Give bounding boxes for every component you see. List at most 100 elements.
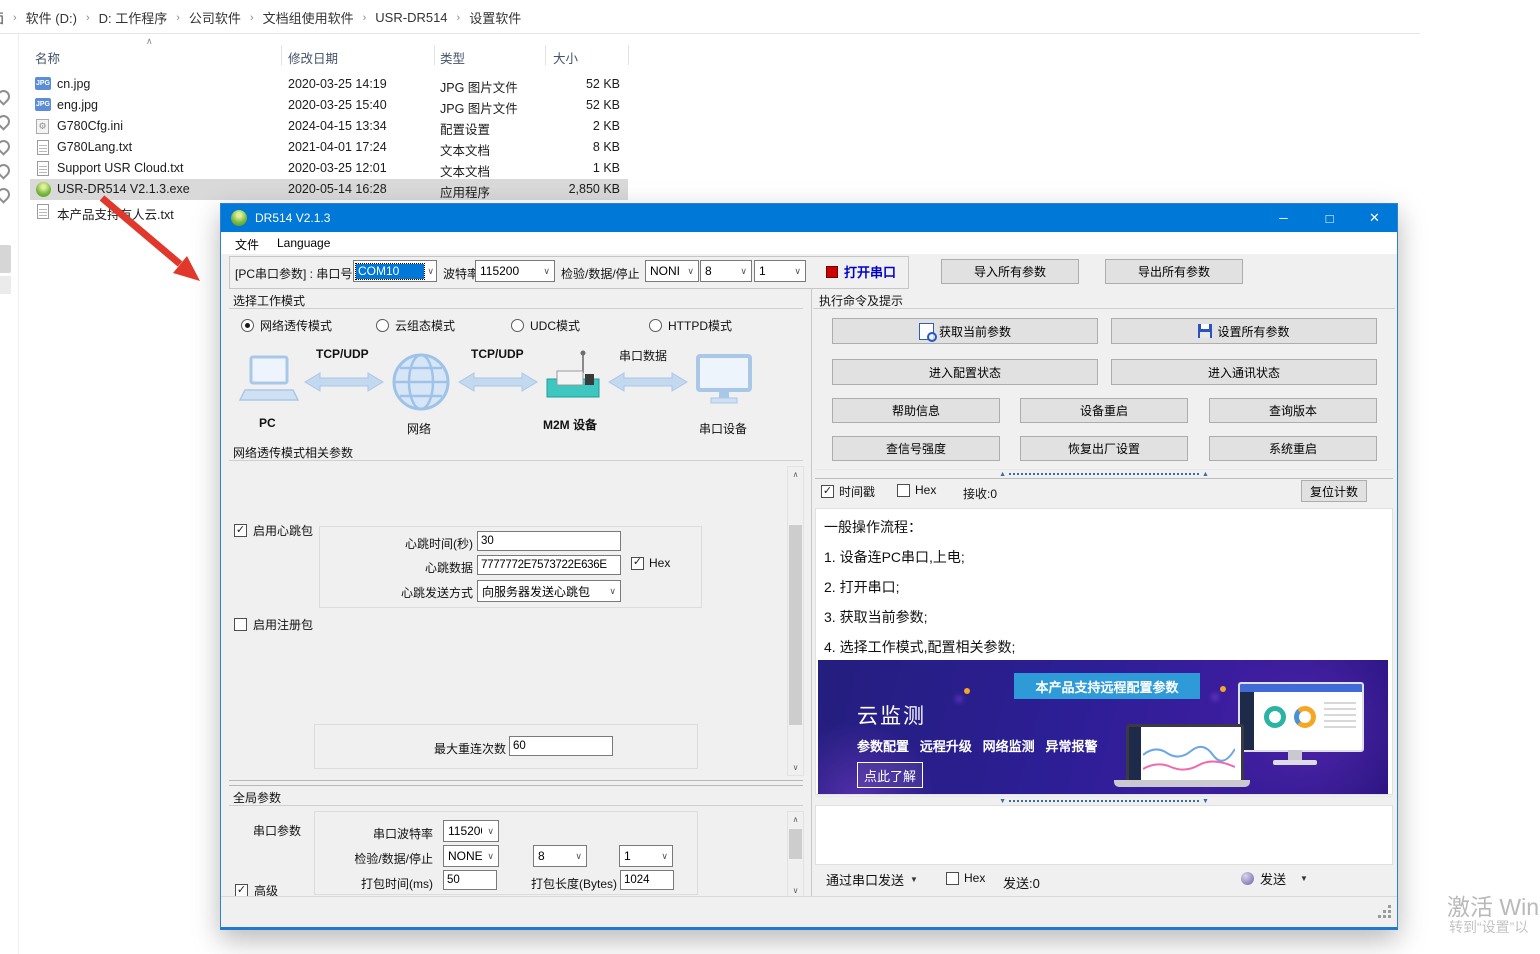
recv-counter: 接收:0 bbox=[963, 485, 997, 502]
receive-splitter[interactable]: ▲ ▲ bbox=[815, 469, 1393, 479]
g-baud-select[interactable]: 115200 ∨ bbox=[443, 820, 499, 842]
column-divider[interactable] bbox=[628, 45, 629, 65]
scrollbar-thumb[interactable] bbox=[789, 525, 802, 725]
file-type: 文本文档 bbox=[440, 161, 490, 180]
breadcrumb-item-work[interactable]: D: 工作程序 bbox=[99, 8, 168, 27]
scroll-down-icon[interactable]: ∨ bbox=[788, 760, 803, 775]
g-stopbits-select[interactable]: 1∨ bbox=[619, 845, 673, 867]
device-reboot-button[interactable]: 设备重启 bbox=[1020, 398, 1188, 423]
export-params-label: 导出所有参数 bbox=[1138, 263, 1210, 280]
column-divider[interactable] bbox=[545, 45, 546, 65]
hb-time-input[interactable] bbox=[477, 531, 621, 551]
arrow-net-m2m-icon bbox=[457, 371, 539, 393]
file-date: 2021-04-01 17:24 bbox=[288, 140, 387, 154]
send-via-dropdown[interactable]: 通过串口发送 ▼ bbox=[826, 870, 918, 889]
g-baud-label: 串口波特率 bbox=[281, 825, 433, 842]
packtime-input[interactable] bbox=[443, 870, 497, 890]
parity-select[interactable]: NONI∨ bbox=[645, 260, 699, 282]
heartbeat-enable-checkbox[interactable]: 启用心跳包 bbox=[234, 522, 313, 539]
hb-data-input[interactable] bbox=[477, 555, 621, 575]
export-params-button[interactable]: 导出所有参数 bbox=[1105, 259, 1243, 284]
radio-net-transparent[interactable]: 网络透传模式 bbox=[241, 317, 332, 334]
hb-hex-checkbox[interactable]: Hex bbox=[631, 556, 670, 570]
file-type: JPG 图片文件 bbox=[440, 77, 518, 96]
column-header-type[interactable]: 类型 bbox=[440, 48, 465, 67]
send-hex-checkbox[interactable]: Hex bbox=[946, 871, 985, 885]
breadcrumb-item-docs[interactable]: 文档组使用软件 bbox=[263, 8, 354, 27]
scrollbar-thumb[interactable] bbox=[789, 829, 802, 859]
reconnect-input[interactable] bbox=[509, 736, 613, 756]
stopbits-select[interactable]: 1∨ bbox=[754, 260, 806, 282]
breadcrumb-item-drive[interactable]: 软件 (D:) bbox=[26, 8, 77, 27]
netparams-scrollbar[interactable]: ∧ ∨ bbox=[787, 466, 804, 776]
databits-select[interactable]: 8∨ bbox=[700, 260, 752, 282]
enter-comm-button[interactable]: 进入通讯状态 bbox=[1111, 359, 1377, 385]
system-reboot-button[interactable]: 系统重启 bbox=[1209, 436, 1377, 461]
g-parity-select[interactable]: NONE∨ bbox=[443, 845, 499, 867]
column-divider[interactable] bbox=[434, 45, 435, 65]
query-version-button[interactable]: 查询版本 bbox=[1209, 398, 1377, 423]
enter-config-button[interactable]: 进入配置状态 bbox=[832, 359, 1098, 385]
file-name[interactable]: cn.jpg bbox=[57, 77, 90, 91]
screen: { "explorer": { "breadcrumb_clipped": "面… bbox=[0, 0, 1540, 954]
scroll-up-icon[interactable]: ∧ bbox=[788, 467, 803, 482]
open-port-button[interactable]: 打开串口 bbox=[826, 262, 896, 281]
breadcrumb-item-company[interactable]: 公司软件 bbox=[189, 8, 241, 27]
nav-scroll-track[interactable] bbox=[0, 276, 11, 294]
banner-learn-more-button[interactable]: 点此了解 bbox=[857, 762, 923, 788]
nav-scroll-thumb[interactable] bbox=[0, 245, 11, 273]
baud-select[interactable]: 115200∨ bbox=[475, 260, 555, 282]
column-header-size[interactable]: 大小 bbox=[553, 48, 578, 67]
file-name[interactable]: Support USR Cloud.txt bbox=[57, 161, 183, 175]
import-params-button[interactable]: 导入所有参数 bbox=[941, 259, 1079, 284]
register-enable-checkbox[interactable]: 启用注册包 bbox=[234, 616, 313, 633]
send-button[interactable]: 发送 ▼ bbox=[1241, 869, 1308, 888]
menu-language[interactable]: Language bbox=[277, 236, 330, 250]
menubar: 文件 Language bbox=[221, 232, 1397, 254]
help-info-button[interactable]: 帮助信息 bbox=[832, 398, 1000, 423]
scroll-up-icon[interactable]: ∧ bbox=[788, 812, 803, 827]
timestamp-label: 时间戳 bbox=[839, 483, 875, 500]
file-name[interactable]: G780Lang.txt bbox=[57, 140, 132, 154]
file-name[interactable]: eng.jpg bbox=[57, 98, 98, 112]
packlen-input[interactable] bbox=[620, 870, 674, 890]
radio-cloud-scada[interactable]: 云组态模式 bbox=[376, 317, 455, 334]
set-params-button[interactable]: 设置所有参数 bbox=[1111, 318, 1377, 344]
radio-httpd[interactable]: HTTPD模式 bbox=[649, 317, 732, 334]
breadcrumb: 面 › 软件 (D:) › D: 工作程序 › 公司软件 › 文档组使用软件 ›… bbox=[0, 8, 521, 27]
file-date: 2024-04-15 13:34 bbox=[288, 119, 387, 133]
reset-count-button[interactable]: 复位计数 bbox=[1301, 480, 1367, 502]
column-divider[interactable] bbox=[281, 45, 282, 65]
signal-strength-label: 查信号强度 bbox=[886, 440, 946, 457]
breadcrumb-item-setup[interactable]: 设置软件 bbox=[469, 8, 521, 27]
file-name[interactable]: G780Cfg.ini bbox=[57, 119, 123, 133]
radio-label: HTTPD模式 bbox=[668, 317, 732, 334]
left-splitter[interactable] bbox=[229, 780, 803, 786]
radio-label: UDC模式 bbox=[530, 317, 580, 334]
cloud-promo-banner[interactable]: 本产品支持远程配置参数 云监测 参数配置 远程升级 网络监测 异常报警 点此了解 bbox=[818, 660, 1388, 794]
dialog-titlebar[interactable]: DR514 V2.1.3 ─ □ ✕ bbox=[221, 204, 1397, 232]
com-port-select[interactable]: COM10 ∨ bbox=[353, 260, 437, 282]
g-databits-select[interactable]: 8∨ bbox=[533, 845, 587, 867]
radio-udc[interactable]: UDC模式 bbox=[511, 317, 580, 334]
recv-hex-checkbox[interactable]: Hex bbox=[897, 483, 936, 497]
minimize-button[interactable]: ─ bbox=[1261, 204, 1306, 232]
column-header-name[interactable]: 名称 bbox=[35, 48, 60, 67]
breadcrumb-separator-icon: › bbox=[363, 12, 367, 24]
get-params-button[interactable]: 获取当前参数 bbox=[832, 318, 1098, 344]
radio-label: 云组态模式 bbox=[395, 317, 455, 334]
maximize-button[interactable]: □ bbox=[1307, 204, 1352, 232]
column-header-date[interactable]: 修改日期 bbox=[288, 48, 338, 67]
timestamp-checkbox[interactable]: 时间戳 bbox=[821, 483, 875, 500]
hb-mode-label: 心跳发送方式 bbox=[331, 584, 473, 601]
breadcrumb-item-usrdr514[interactable]: USR-DR514 bbox=[375, 10, 447, 25]
signal-strength-button[interactable]: 查信号强度 bbox=[832, 436, 1000, 461]
factory-reset-button[interactable]: 恢复出厂设置 bbox=[1020, 436, 1188, 461]
send-input-area[interactable] bbox=[815, 805, 1393, 865]
close-button[interactable]: ✕ bbox=[1352, 204, 1397, 232]
resize-grip-icon[interactable] bbox=[1388, 905, 1391, 908]
recv-hex-label: Hex bbox=[915, 483, 936, 497]
menu-file[interactable]: 文件 bbox=[235, 236, 259, 253]
hb-mode-select[interactable]: 向服务器发送心跳包 ∨ bbox=[477, 580, 621, 602]
globalparams-scrollbar[interactable]: ∧ ∨ bbox=[787, 811, 804, 899]
